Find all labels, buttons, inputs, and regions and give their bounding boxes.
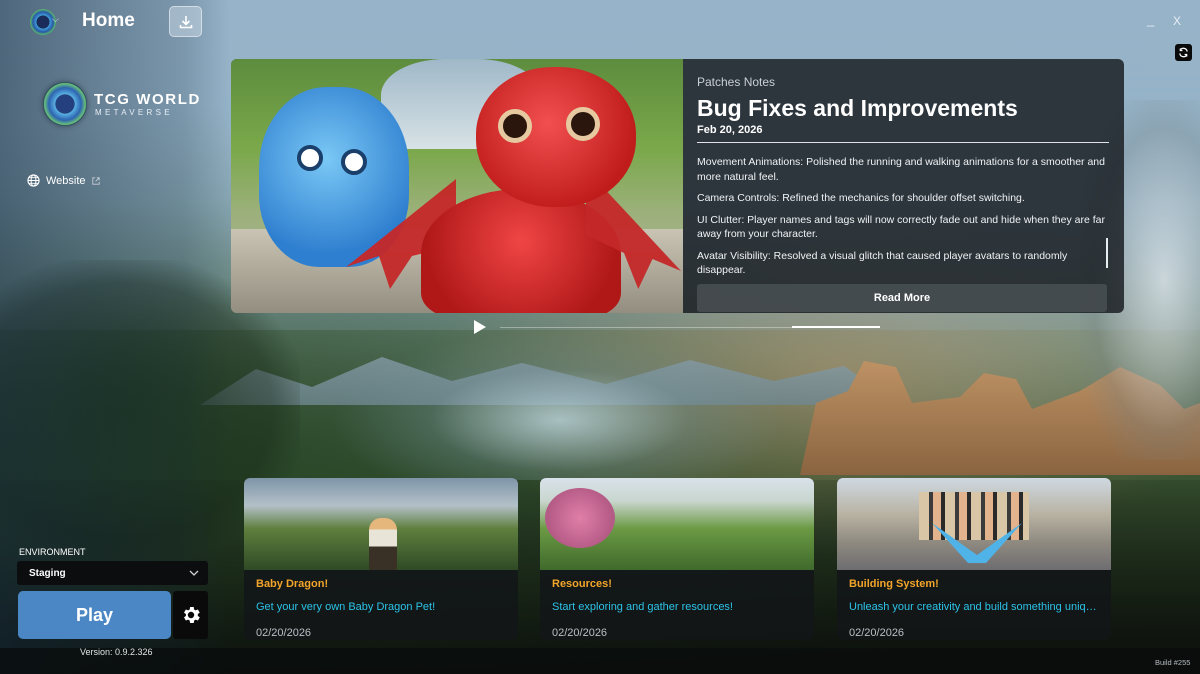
brand-name: TCG WORLD (94, 91, 201, 108)
card-description: Start exploring and gather resources! (552, 601, 733, 613)
environment-label: ENVIRONMENT (19, 547, 86, 557)
card-date: 02/20/2026 (552, 627, 608, 639)
play-icon[interactable] (474, 320, 486, 334)
patch-notes-scrollbar[interactable] (1106, 238, 1108, 268)
version-label: Version: 0.9.2.326 (80, 647, 153, 657)
gear-icon (183, 607, 200, 623)
refresh-button[interactable] (1175, 44, 1192, 61)
settings-button[interactable] (173, 591, 208, 639)
chevron-down-icon (189, 570, 199, 576)
news-card-resources[interactable]: Resources! Start exploring and gather re… (540, 478, 814, 640)
card-date: 02/20/2026 (256, 627, 312, 639)
patch-note-item: UI Clutter: Player names and tags will n… (697, 213, 1105, 241)
divider (697, 142, 1109, 143)
patch-note-item: Camera Controls: Refined the mechanics f… (697, 192, 1025, 204)
close-button[interactable]: X (1173, 14, 1181, 28)
website-label: Website (46, 174, 86, 187)
card-title: Baby Dragon! (256, 578, 329, 590)
status-bar (0, 648, 1200, 674)
hero-image-baby-dragons (231, 59, 683, 313)
page-title: Home (82, 10, 135, 31)
card-date: 02/20/2026 (849, 627, 905, 639)
read-more-button[interactable]: Read More (697, 284, 1107, 312)
refresh-icon (1179, 47, 1188, 58)
brand-subtitle: METAVERSE (95, 108, 173, 117)
download-icon (179, 15, 192, 28)
card-title: Building System! (849, 578, 939, 590)
environment-selected-value: Staging (29, 567, 66, 579)
carousel-indicator[interactable] (792, 326, 880, 328)
card-image (244, 478, 518, 570)
card-description: Get your very own Baby Dragon Pet! (256, 601, 436, 613)
patch-note-item: Avatar Visibility: Resolved a visual gli… (697, 249, 1068, 277)
chevron-down-icon[interactable]: ⌵ (52, 14, 59, 25)
news-card-building-system[interactable]: Building System! Unleash your creativity… (837, 478, 1111, 640)
news-card-baby-dragon[interactable]: Baby Dragon! Get your very own Baby Drag… (244, 478, 518, 640)
brand-logo (43, 82, 87, 126)
patch-notes-list[interactable]: Movement Animations: Polished the runnin… (697, 155, 1109, 279)
download-button[interactable] (169, 6, 202, 37)
patch-note-item: Movement Animations: Polished the runnin… (697, 156, 1105, 183)
card-description: Unleash your creativity and build someth… (849, 601, 1101, 613)
minimize-button[interactable]: _ (1147, 12, 1154, 27)
globe-icon (27, 174, 40, 187)
background-river (330, 330, 790, 480)
patch-notes-panel: Patches Notes Bug Fixes and Improvements… (683, 59, 1124, 313)
play-button[interactable]: Play (18, 591, 171, 639)
patch-notes-eyebrow: Patches Notes (697, 75, 776, 89)
build-label: Build #255 (1155, 658, 1191, 667)
patch-notes-title: Bug Fixes and Improvements (697, 95, 1018, 121)
card-image (837, 478, 1111, 570)
patch-notes-date: Feb 20, 2026 (697, 124, 763, 136)
website-link[interactable]: Website (27, 174, 100, 187)
external-link-icon (91, 176, 100, 185)
card-title: Resources! (552, 578, 612, 590)
environment-select[interactable]: Staging (17, 561, 208, 585)
card-image (540, 478, 814, 570)
patch-notes-hero: Patches Notes Bug Fixes and Improvements… (231, 59, 1124, 313)
